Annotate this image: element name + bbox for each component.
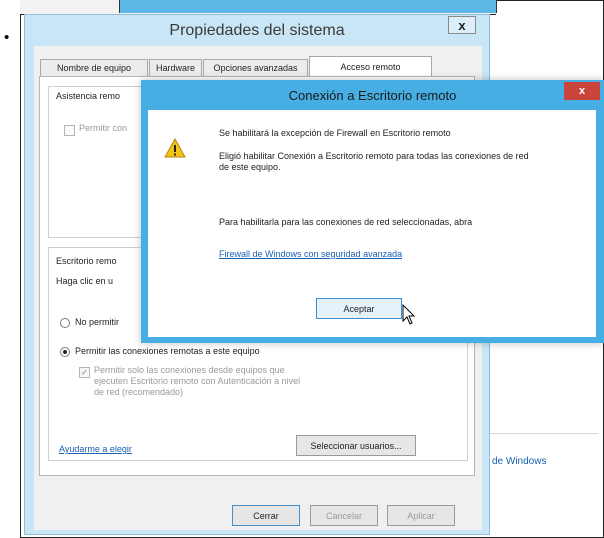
select-users-button[interactable]: Seleccionar usuarios...: [296, 435, 416, 456]
tab-computer-name[interactable]: Nombre de equipo: [40, 59, 148, 76]
tab-advanced[interactable]: Opciones avanzadas: [203, 59, 308, 76]
allow-assistance-label: Permitir con: [79, 123, 128, 133]
dialog-title: Propiedades del sistema: [169, 22, 345, 39]
allow-assistance-checkbox[interactable]: [64, 125, 75, 136]
tab-hardware[interactable]: Hardware: [149, 59, 202, 76]
nla-label: Permitir solo las conexiones desde equip…: [94, 365, 301, 397]
nla-checkbox[interactable]: ✓: [79, 367, 90, 378]
warning-icon: [164, 138, 186, 158]
assistance-group-label: Asistencia remo: [56, 91, 121, 101]
help-link[interactable]: Ayudarme a elegir: [59, 444, 132, 454]
radio-deny-label: No permitir: [75, 317, 120, 327]
radio-deny[interactable]: [60, 318, 70, 328]
popup-close-button[interactable]: x: [564, 82, 600, 100]
close-dialog-button[interactable]: Cerrar: [232, 505, 300, 526]
apply-button[interactable]: Aplicar: [387, 505, 455, 526]
background-divider: [488, 433, 598, 434]
popup-message-enabled: Eligió habilitar Conexión a Escritorio r…: [219, 151, 529, 172]
list-bullet: •: [4, 29, 10, 46]
firewall-link[interactable]: Firewall de Windows con seguridad avanza…: [219, 249, 402, 259]
remote-desktop-hint: Haga clic en u: [56, 276, 114, 286]
frame-caption-highlight: [119, 0, 497, 13]
popup-message-open: Para habilitarla para las conexiones de …: [219, 217, 473, 227]
popup-title: Conexión a Escritorio remoto: [288, 88, 457, 103]
radio-allow[interactable]: [60, 347, 70, 357]
ok-button[interactable]: Aceptar: [316, 298, 402, 319]
popup-message-firewall: Se habilitará la excepción de Firewall e…: [219, 128, 451, 138]
remote-desktop-group-label: Escritorio remo: [56, 256, 117, 266]
radio-allow-label: Permitir las conexiones remotas a este e…: [75, 346, 260, 356]
cancel-button[interactable]: Cancelar: [310, 505, 378, 526]
background-link[interactable]: de Windows: [492, 456, 546, 467]
mouse-cursor-icon: [402, 304, 416, 325]
tab-remote[interactable]: Acceso remoto: [309, 56, 432, 77]
close-button[interactable]: x: [448, 16, 476, 34]
